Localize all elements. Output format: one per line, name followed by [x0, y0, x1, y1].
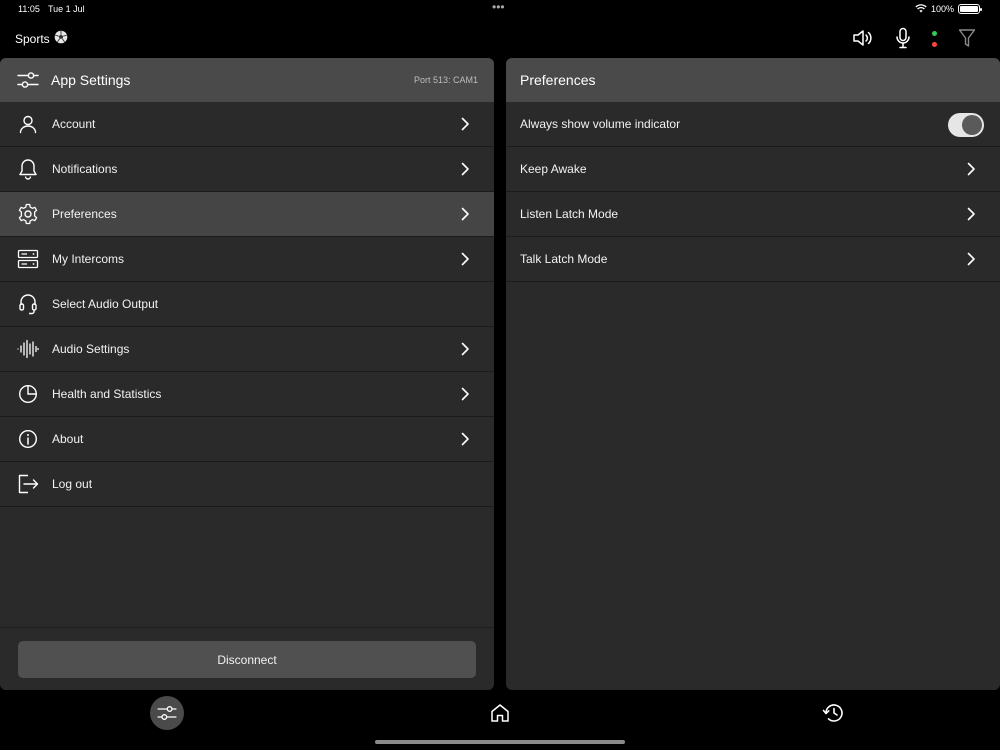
menu-item-account[interactable]: Account: [0, 102, 494, 147]
context-selector[interactable]: Sports: [15, 30, 68, 47]
menu-item-label: Log out: [52, 477, 93, 491]
menu-item-label: Audio Settings: [52, 342, 130, 356]
menu-item-label: Notifications: [52, 162, 118, 176]
port-label: Port 513: CAM1: [413, 75, 478, 85]
nav-history-button[interactable]: [816, 696, 850, 730]
app-settings-panel: App Settings Port 513: CAM1 Account Noti…: [0, 58, 494, 690]
chevron-right-icon: [967, 207, 975, 221]
nav-home-button[interactable]: [483, 696, 517, 730]
menu-item-log-out[interactable]: Log out: [0, 462, 494, 507]
headset-icon: [17, 293, 39, 315]
menu-item-label: My Intercoms: [52, 252, 125, 266]
battery-icon: [958, 4, 982, 14]
chevron-right-icon: [461, 432, 469, 446]
menu-item-about[interactable]: About: [0, 417, 494, 462]
disconnect-button[interactable]: Disconnect: [18, 641, 476, 678]
pref-listen-latch-mode[interactable]: Listen Latch Mode: [506, 192, 1000, 237]
battery-percent: 100%: [930, 4, 954, 14]
server-icon: [17, 248, 39, 270]
history-icon: [822, 703, 844, 723]
menu-item-health-and-statistics[interactable]: Health and Statistics: [0, 372, 494, 417]
status-time: 11:05: [18, 4, 40, 14]
filter-icon[interactable]: [954, 25, 980, 51]
chevron-right-icon: [967, 162, 975, 176]
logout-icon: [17, 473, 39, 495]
chevron-right-icon: [461, 117, 469, 131]
menu-item-label: Health and Statistics: [52, 387, 162, 401]
footer-divider: [0, 627, 494, 628]
chevron-right-icon: [461, 252, 469, 266]
menu-item-label: About: [52, 432, 84, 446]
chevron-right-icon: [461, 162, 469, 176]
chevron-right-icon: [967, 252, 975, 266]
status-date: Tue 1 Jul: [48, 4, 85, 14]
pref-label: Always show volume indicator: [520, 117, 681, 131]
context-name: Sports: [15, 31, 50, 46]
bottom-nav: [0, 692, 1000, 750]
preferences-panel: Preferences Always show volume indicator…: [506, 58, 1000, 690]
status-light-red: [932, 42, 937, 47]
status-right: 100%: [915, 3, 982, 15]
top-icons: [836, 25, 980, 51]
menu-item-label: Preferences: [52, 207, 117, 221]
wifi-icon: [915, 3, 927, 15]
pref-talk-latch-mode[interactable]: Talk Latch Mode: [506, 237, 1000, 282]
pref-label: Listen Latch Mode: [520, 207, 619, 221]
multitasking-dots-icon[interactable]: •••: [492, 1, 505, 13]
pref-label: Talk Latch Mode: [520, 252, 608, 266]
status-light-green: [932, 31, 937, 36]
pref-label: Keep Awake: [520, 162, 587, 176]
menu-item-my-intercoms[interactable]: My Intercoms: [0, 237, 494, 282]
preferences-title: Preferences: [520, 72, 596, 88]
pref-always-show-volume-indicator: Always show volume indicator: [506, 102, 1000, 147]
toggle-knob: [962, 115, 982, 135]
sliders-icon: [157, 705, 177, 721]
menu-item-select-audio-output[interactable]: Select Audio Output: [0, 282, 494, 327]
home-indicator[interactable]: [375, 740, 625, 744]
page-title: App Settings: [51, 72, 131, 88]
preferences-header: Preferences: [506, 58, 1000, 102]
bell-icon: [17, 158, 39, 180]
menu-item-preferences[interactable]: Preferences: [0, 192, 494, 237]
chevron-right-icon: [461, 207, 469, 221]
sliders-icon: [17, 69, 39, 91]
pie-chart-icon: [17, 383, 39, 405]
waveform-icon: [17, 338, 39, 360]
home-icon: [490, 703, 510, 723]
person-icon: [17, 113, 39, 135]
microphone-icon[interactable]: [890, 25, 916, 51]
gear-icon: [17, 203, 39, 225]
menu-item-label: Account: [52, 117, 96, 131]
chevron-right-icon: [461, 342, 469, 356]
connection-status-lights: [930, 25, 940, 51]
info-icon: [17, 428, 39, 450]
soccer-ball-icon: [54, 30, 68, 47]
chevron-right-icon: [461, 387, 469, 401]
nav-settings-button[interactable]: [150, 696, 184, 730]
menu-item-audio-settings[interactable]: Audio Settings: [0, 327, 494, 372]
app-settings-header: App Settings Port 513: CAM1: [0, 58, 494, 102]
status-bar: 11:05 Tue 1 Jul ••• 100%: [0, 0, 1000, 18]
pref-keep-awake[interactable]: Keep Awake: [506, 147, 1000, 192]
top-bar: Sports: [0, 22, 1000, 54]
menu-item-notifications[interactable]: Notifications: [0, 147, 494, 192]
menu-item-label: Select Audio Output: [52, 297, 159, 311]
speaker-icon[interactable]: [850, 25, 876, 51]
volume-indicator-toggle[interactable]: [948, 113, 984, 137]
